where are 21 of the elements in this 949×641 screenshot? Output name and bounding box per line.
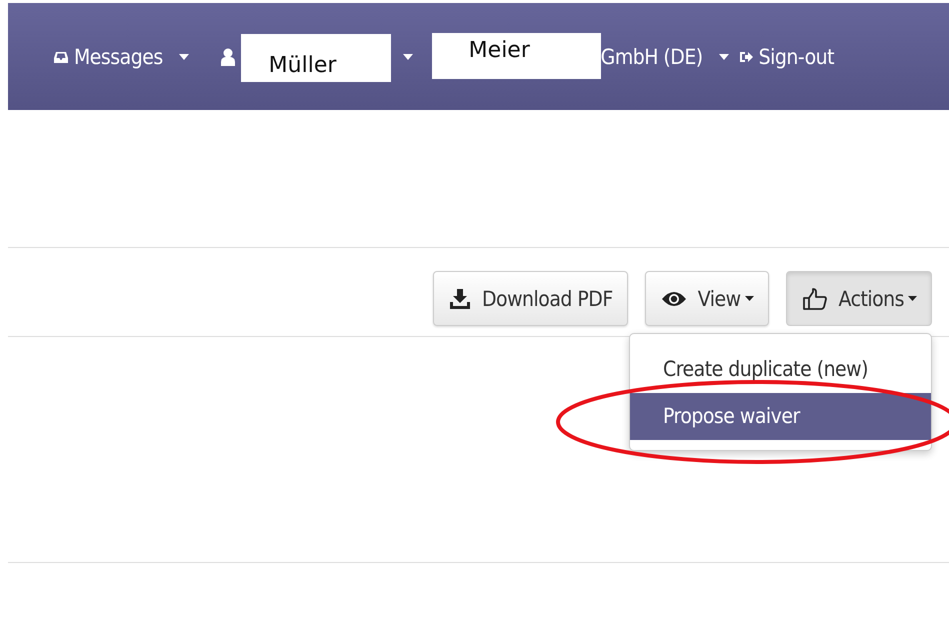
- company-menu[interactable]: GmbH (DE): [600, 44, 729, 68]
- menu-item[interactable]: Propose waiver: [630, 393, 931, 440]
- user-name: Müller: [240, 34, 391, 82]
- caret-icon: [178, 54, 189, 60]
- download-icon: [450, 288, 470, 308]
- sign-out-icon: [738, 50, 753, 64]
- user-icon: [220, 48, 235, 66]
- caret-icon: [718, 54, 729, 60]
- company-name: Meier: [432, 33, 601, 79]
- eye-icon: [662, 290, 686, 306]
- download-pdf-button[interactable]: Download PDF: [433, 271, 628, 326]
- caret-icon[interactable]: [402, 54, 413, 60]
- inbox-icon: [54, 50, 68, 62]
- sign-out-link[interactable]: Sign-out: [738, 44, 834, 68]
- actions-button[interactable]: Actions: [786, 271, 932, 326]
- caret-icon: [908, 296, 917, 301]
- thumbs-up-icon: [802, 288, 827, 310]
- messages-menu[interactable]: Messages: [54, 44, 189, 68]
- caret-icon: [744, 296, 754, 301]
- menu-item[interactable]: Create duplicate (new): [630, 346, 931, 393]
- view-button[interactable]: View: [644, 271, 769, 326]
